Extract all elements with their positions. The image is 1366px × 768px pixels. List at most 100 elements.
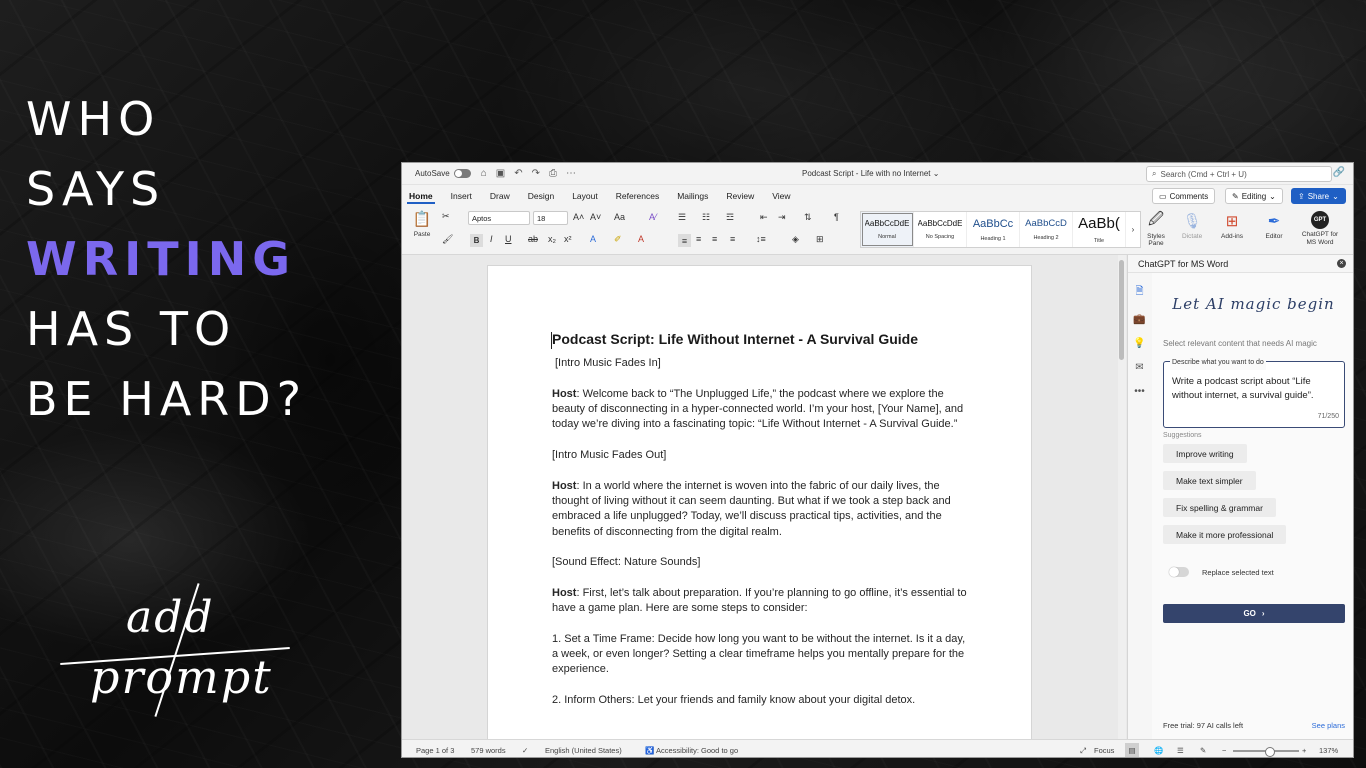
bold-icon[interactable]: B [470, 234, 483, 247]
comments-button[interactable]: ▭ Comments [1152, 188, 1216, 204]
numbering-icon[interactable]: ☷ [702, 212, 710, 223]
document-title[interactable]: Podcast Script - Life with no Internet ⌄ [802, 169, 939, 178]
decrease-indent-icon[interactable]: ⇤ [760, 212, 768, 223]
draft-view-icon[interactable]: ✎ [1200, 746, 1206, 755]
proofing-icon[interactable]: ✓ [522, 746, 528, 755]
paste-button[interactable]: 📋 Paste [412, 209, 432, 238]
document-icon[interactable]: 🗎 [1135, 284, 1143, 301]
suggestion-fix-spelling[interactable]: Fix spelling & grammar [1163, 498, 1276, 517]
more-options-icon[interactable]: ••• [1134, 386, 1145, 397]
editing-button[interactable]: ✎ Editing ⌄ [1225, 188, 1283, 204]
briefcase-icon[interactable]: 💼 [1133, 314, 1145, 325]
document-page[interactable]: Podcast Script: Life Without Internet - … [487, 265, 1032, 739]
more-icon[interactable]: ⋯ [566, 168, 576, 179]
paragraph-sound-effect[interactable]: [Sound Effect: Nature Sounds] [552, 555, 967, 570]
autosave-switch[interactable] [453, 169, 471, 178]
focus-icon[interactable]: ⤢ [1080, 746, 1086, 756]
line-spacing-icon[interactable]: ↕≡ [756, 234, 766, 244]
replace-selected-toggle[interactable]: Replace selected text [1169, 567, 1274, 577]
underline-icon[interactable]: U [505, 234, 512, 244]
see-plans-link[interactable]: See plans [1312, 721, 1345, 730]
add-ins-button[interactable]: ⊞ Add-ins [1221, 211, 1243, 240]
redo-icon[interactable]: ↷ [532, 168, 540, 179]
cut-icon[interactable]: ✂ [442, 211, 450, 222]
paragraph-step-2[interactable]: 2. Inform Others: Let your friends and f… [552, 693, 967, 708]
go-button[interactable]: GO › [1163, 604, 1345, 623]
font-name-select[interactable]: Aptos [468, 211, 530, 225]
grow-font-icon[interactable]: A˄ [573, 212, 584, 222]
multilevel-list-icon[interactable]: ☲ [726, 212, 734, 223]
share-button[interactable]: ⇪ Share ⌄ [1291, 188, 1346, 204]
tab-design[interactable]: Design [519, 185, 563, 207]
increase-indent-icon[interactable]: ⇥ [778, 212, 786, 223]
accessibility-status[interactable]: Accessibility: Good to go [656, 746, 738, 755]
suggestion-make-text-simpler[interactable]: Make text simpler [1163, 471, 1256, 490]
tab-view[interactable]: View [763, 185, 799, 207]
change-case-icon[interactable]: Aa [614, 212, 625, 222]
text-effects-icon[interactable]: A [590, 234, 596, 244]
suggestion-make-professional[interactable]: Make it more professional [1163, 525, 1287, 544]
borders-icon[interactable]: ⊞ [816, 234, 824, 245]
paragraph-step-1[interactable]: 1. Set a Time Frame: Decide how long you… [552, 632, 967, 678]
paragraph-host-welcome[interactable]: Host: Welcome back to “The Unplugged Lif… [552, 387, 967, 433]
mail-icon[interactable]: ✉ [1135, 362, 1143, 373]
save-icon[interactable]: ▣ [496, 168, 505, 179]
style-normal[interactable]: AaBbCcDdE Normal [861, 212, 914, 247]
bullets-icon[interactable]: ☰ [678, 212, 686, 223]
zoom-slider[interactable] [1233, 747, 1299, 757]
editor-button[interactable]: ✒ Editor [1264, 211, 1284, 240]
print-layout-icon[interactable]: ▤ [1125, 743, 1139, 757]
style-heading-1[interactable]: AaBbCc Heading 1 [967, 212, 1020, 247]
zoom-in-icon[interactable]: + [1302, 746, 1306, 755]
document-title-heading[interactable]: Podcast Script: Life Without Internet - … [551, 331, 967, 350]
document-scrollbar[interactable] [1118, 255, 1126, 739]
tab-mailings[interactable]: Mailings [668, 185, 717, 207]
style-heading-2[interactable]: AaBbCcD Heading 2 [1020, 212, 1073, 247]
tab-home[interactable]: Home [402, 185, 442, 207]
lightbulb-icon[interactable]: 💡 [1133, 338, 1145, 349]
focus-label[interactable]: Focus [1094, 746, 1114, 755]
styles-scroll-arrow-icon[interactable]: › [1126, 212, 1140, 247]
tab-review[interactable]: Review [717, 185, 763, 207]
highlight-icon[interactable]: ✐ [614, 234, 622, 245]
styles-pane-button[interactable]: 🖉 Styles Pane [1144, 211, 1168, 248]
shading-icon[interactable]: ◈ [792, 234, 799, 245]
home-icon[interactable]: ⌂ [481, 168, 487, 179]
autosave-toggle[interactable]: AutoSave [415, 169, 471, 178]
tab-layout[interactable]: Layout [563, 185, 607, 207]
italic-icon[interactable]: I [490, 234, 493, 244]
strikethrough-icon[interactable]: ab [528, 234, 538, 244]
pilcrow-icon[interactable]: ¶ [834, 212, 839, 222]
undo-icon[interactable]: ↶ [514, 168, 522, 179]
tab-draw[interactable]: Draw [481, 185, 519, 207]
superscript-icon[interactable]: x² [564, 234, 572, 244]
format-painter-icon[interactable]: 🖌 [442, 234, 453, 245]
page-count[interactable]: Page 1 of 3 [416, 746, 454, 755]
share-link-icon[interactable]: 🔗 [1333, 167, 1345, 178]
paragraph-intro-music-out[interactable]: [Intro Music Fades Out] [552, 448, 967, 463]
align-left-icon[interactable]: ≡ [678, 234, 691, 247]
justify-icon[interactable]: ≡ [730, 234, 735, 244]
dictate-button[interactable]: 🎙 Dictate [1182, 211, 1202, 240]
print-icon[interactable]: ⎙ [549, 168, 557, 179]
prompt-textarea[interactable]: Describe what you want to do Write a pod… [1163, 356, 1345, 428]
search-input[interactable]: ⌕ Search (Cmd + Ctrl + U) [1146, 166, 1332, 182]
chatgpt-addin-button[interactable]: GPT ChatGPT for MS Word [1298, 211, 1342, 247]
align-right-icon[interactable]: ≡ [712, 234, 717, 244]
clear-formatting-icon[interactable]: A⁄ [649, 212, 657, 222]
subscript-icon[interactable]: x₂ [548, 234, 556, 244]
zoom-level[interactable]: 137% [1319, 746, 1338, 755]
paragraph-host-intro[interactable]: Host: In a world where the internet is w… [552, 479, 967, 540]
language-status[interactable]: English (United States) [545, 746, 622, 755]
shrink-font-icon[interactable]: A˅ [590, 212, 601, 222]
zoom-out-icon[interactable]: − [1222, 746, 1226, 755]
paragraph-host-preparation[interactable]: Host: First, let’s talk about preparatio… [552, 586, 967, 617]
word-count[interactable]: 579 words [471, 746, 506, 755]
align-center-icon[interactable]: ≡ [696, 234, 701, 244]
font-color-icon[interactable]: A [638, 234, 644, 244]
replace-switch[interactable] [1169, 567, 1189, 577]
style-no-spacing[interactable]: AaBbCcDdE No Spacing [914, 212, 967, 247]
paragraph-intro-music-in[interactable]: [Intro Music Fades In] [552, 356, 967, 371]
tab-references[interactable]: References [607, 185, 668, 207]
web-layout-icon[interactable]: 🌐 [1154, 746, 1163, 755]
